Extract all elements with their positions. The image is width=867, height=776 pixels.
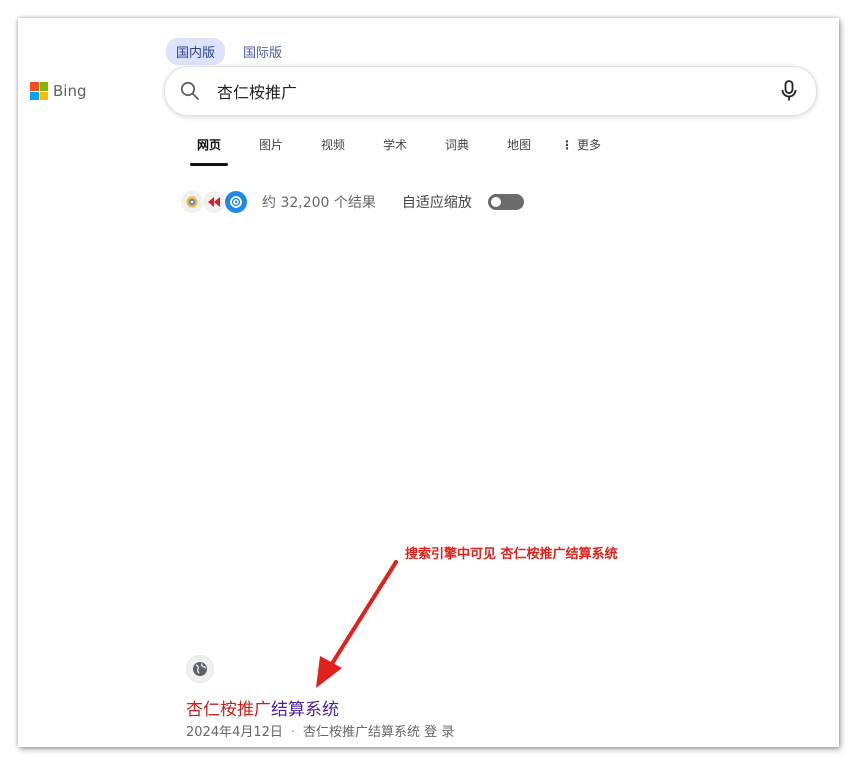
result-snippet: 杏仁桉推广结算系统 登 录: [303, 725, 455, 740]
microsoft-logo-icon: [30, 82, 48, 100]
annotation-text: 搜索引擎中可见 杏仁桉推广结算系统: [405, 547, 618, 562]
annotation-arrow: [316, 560, 398, 688]
globe-icon: [186, 655, 214, 683]
tab-academic[interactable]: 学术: [364, 128, 426, 164]
adaptive-zoom-label: 自适应缩放: [401, 195, 472, 211]
extension-a-icon[interactable]: [180, 190, 204, 214]
region-tabs: 国内版 国际版: [166, 38, 300, 65]
search-input[interactable]: [215, 80, 759, 102]
result-info-bar: 约 32,200 个结果 自适应缩放: [180, 190, 524, 214]
result-title-rest: 结算系统: [271, 700, 339, 720]
tab-dictionary[interactable]: 词典: [426, 128, 488, 164]
search-box: [164, 66, 817, 116]
tab-more[interactable]: ⋮ 更多: [550, 128, 612, 164]
scope-tabs: 网页 图片 视频 学术 词典 地图 ⋮ 更多: [178, 128, 612, 166]
tab-videos[interactable]: 视频: [302, 128, 364, 164]
logo-text: Bing: [53, 82, 87, 100]
result-count: 约 32,200 个结果: [262, 195, 376, 211]
adaptive-zoom-toggle[interactable]: [487, 194, 524, 210]
page-frame: Bing 国内版 国际版 网页 图片 视频 学术 词典 地图 ⋮更多: [18, 18, 839, 747]
tab-more-label: 更多: [576, 138, 601, 152]
result-title-highlight: 杏仁桉推广: [186, 700, 271, 720]
tab-images[interactable]: 图片: [240, 128, 302, 164]
toggle-knob: [490, 197, 501, 207]
result-date: 2024年4月12日: [186, 725, 283, 740]
tab-maps[interactable]: 地图: [488, 128, 550, 164]
meta-separator: ·: [290, 725, 296, 740]
tab-international[interactable]: 国际版: [233, 38, 292, 65]
extension-b-icon[interactable]: [202, 190, 226, 214]
result-title-link[interactable]: 杏仁桉推广结算系统: [186, 695, 339, 720]
more-vertical-icon: ⋮: [560, 138, 573, 152]
tab-domestic[interactable]: 国内版: [166, 38, 226, 65]
bing-logo[interactable]: Bing: [30, 82, 87, 100]
search-icon[interactable]: [179, 80, 201, 102]
microphone-icon[interactable]: [778, 79, 800, 103]
tab-web[interactable]: 网页: [178, 128, 240, 166]
extension-c-icon[interactable]: [224, 190, 248, 214]
result-meta: 2024年4月12日 · 杏仁桉推广结算系统 登 录: [186, 721, 454, 740]
